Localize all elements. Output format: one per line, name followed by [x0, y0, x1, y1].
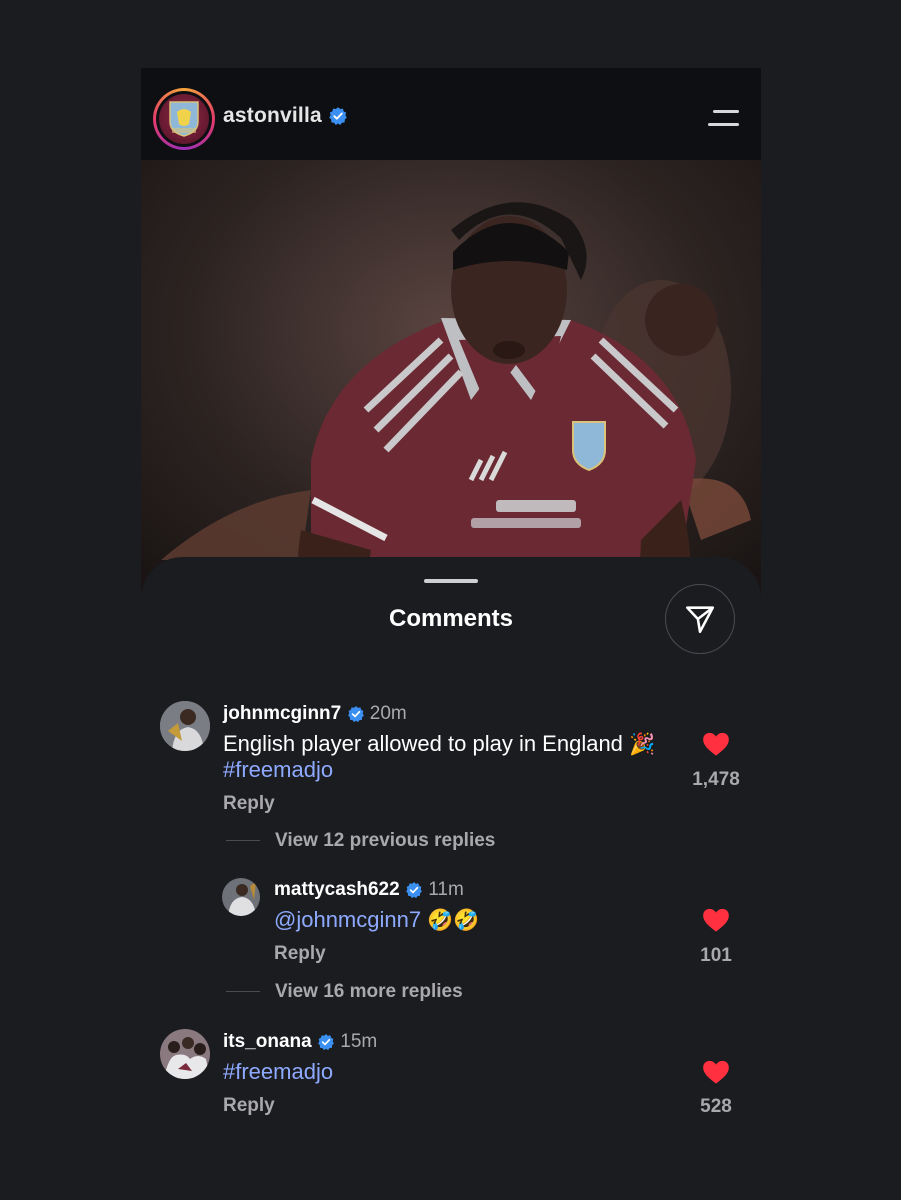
verified-badge-icon — [347, 706, 364, 723]
account-name[interactable]: astonvilla — [223, 104, 348, 128]
laughing-emoji: 🤣🤣 — [427, 908, 480, 932]
verified-badge-icon — [406, 882, 422, 899]
verified-badge-icon — [329, 107, 347, 126]
hashtag-link[interactable]: #freemadjo — [223, 757, 333, 782]
view-replies-button[interactable]: View 12 previous replies — [275, 830, 495, 852]
comment-text: #freemadjo — [223, 1059, 623, 1085]
view-replies-button[interactable]: View 16 more replies — [275, 981, 463, 1003]
verified-badge-icon — [318, 1034, 334, 1051]
share-button[interactable] — [665, 584, 735, 654]
club-crest-icon — [159, 94, 209, 144]
heart-icon[interactable] — [702, 1059, 730, 1085]
comment-text: @johnmcginn7 🤣🤣 — [274, 907, 674, 933]
mention-link[interactable]: @johnmcginn7 — [274, 907, 421, 932]
comment-time: 15m — [340, 1031, 378, 1052]
comment-username[interactable]: johnmcginn7 20m — [223, 703, 407, 725]
heart-icon[interactable] — [702, 907, 730, 933]
reply-button[interactable]: Reply — [274, 943, 326, 965]
avatar[interactable] — [160, 701, 210, 751]
thread-line — [226, 991, 260, 992]
party-emoji: 🎉 — [629, 732, 656, 756]
send-icon — [685, 606, 715, 634]
comment-username[interactable]: its_onana 15m — [223, 1031, 377, 1053]
like-count: 528 — [700, 1096, 732, 1117]
comment-text: English player allowed to play in Englan… — [223, 731, 656, 782]
menu-icon[interactable] — [707, 108, 743, 128]
reply-button[interactable]: Reply — [223, 793, 275, 815]
avatar[interactable] — [160, 1029, 210, 1079]
post-header: astonvilla — [141, 68, 761, 160]
like-count: 101 — [700, 945, 732, 966]
comment-time: 11m — [428, 879, 464, 900]
comment-username[interactable]: mattycash622 11m — [274, 879, 464, 901]
drag-handle[interactable] — [424, 579, 478, 583]
thread-line — [226, 840, 260, 841]
account-avatar[interactable] — [153, 88, 215, 150]
like-count: 1,478 — [692, 769, 740, 790]
avatar[interactable] — [222, 878, 260, 916]
reply-button[interactable]: Reply — [223, 1095, 275, 1117]
hashtag-link[interactable]: #freemadjo — [223, 1059, 333, 1084]
comment-time: 20m — [369, 703, 407, 724]
heart-icon[interactable] — [702, 731, 730, 757]
